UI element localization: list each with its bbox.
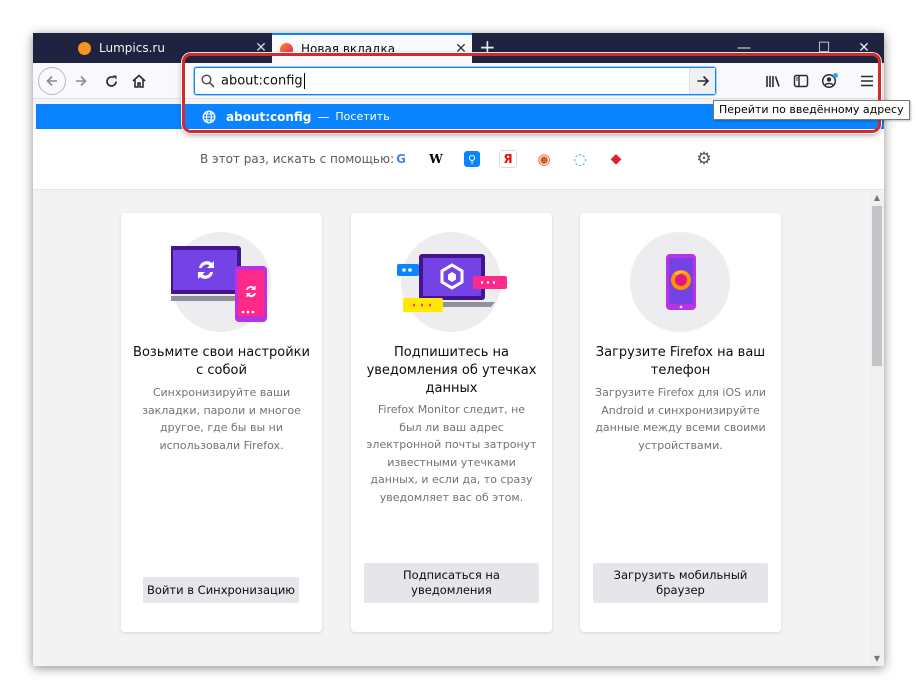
back-button[interactable] [38,67,66,95]
search-glyph: ⚲ [467,152,477,166]
screenshot-canvas: Lumpics.ru ✕ Новая вкладка ✕ + — ☐ ✕ abo… [0,0,917,700]
go-button[interactable] [689,68,715,94]
mail-glyph: ◆ [610,151,622,167]
card-description: Firefox Monitor следит, не был ли ваш ад… [366,403,537,504]
card-description: Синхронизируйте ваши закладки, пароли и … [142,386,301,452]
scroll-up-arrow-icon[interactable]: ▲ [870,191,884,205]
address-input[interactable]: about:config [221,73,689,89]
sidebar-button[interactable] [787,67,815,95]
google-glyph: G [396,152,406,166]
search-engine-icon[interactable]: ⚲ [464,151,480,167]
wikipedia-glyph: W [429,152,443,166]
text-caret [303,73,305,89]
tab-title: Lumpics.ru [99,41,165,55]
tab-title: Новая вкладка [301,42,396,56]
hamburger-menu-icon [861,75,873,87]
monitor-alert-icon [397,254,507,312]
close-tab-icon[interactable]: ✕ [450,41,472,57]
sidebar-icon [793,74,809,88]
arrow-right-icon [697,75,709,87]
one-off-search-bar: В этот раз, искать с помощью: G W ⚲ Я ◉ … [33,129,884,190]
forward-button[interactable] [67,67,95,95]
sync-illustration [171,232,271,332]
go-button-tooltip: Перейти по введённому адресу [713,100,910,120]
devices-sync-icon [171,246,267,322]
rambler-glyph: ◌ [573,150,587,168]
tab-strip: Lumpics.ru ✕ Новая вкладка ✕ + — ☐ ✕ [33,33,884,63]
subscribe-notifications-button[interactable]: Подписаться на уведомления [364,563,539,603]
mobile-illustration [630,232,730,332]
card-title: Загрузите Firefox на ваш телефон [595,345,766,378]
google-engine-icon[interactable]: G [392,150,410,168]
globe-icon [196,110,222,124]
scroll-down-arrow-icon[interactable]: ▼ [870,652,884,666]
search-settings-gear-icon[interactable]: ⚙ [694,149,714,169]
suggestion-separator: — [317,109,330,124]
suggestion-action: Посетить [335,110,390,123]
card-title: Возьмите свои настройки с собой [133,345,310,378]
scrollbar-thumb[interactable] [872,206,882,366]
firefox-favicon-icon [280,42,293,56]
address-bar[interactable]: about:config [194,67,716,95]
browser-window: Lumpics.ru ✕ Новая вкладка ✕ + — ☐ ✕ abo… [33,33,884,666]
duckduckgo-glyph: ◉ [537,150,551,168]
card-title: Подпишитесь на уведомления об утечках да… [366,345,537,396]
maximize-button[interactable]: ☐ [804,33,844,63]
minimize-button[interactable]: — [724,33,764,63]
search-providers-label: В этот раз, искать с помощью: [200,152,395,166]
library-button[interactable] [759,67,787,95]
suggestion-text: about:config [226,109,312,124]
lumpics-favicon-icon [78,41,91,55]
search-icon [195,74,221,88]
sign-in-sync-button[interactable]: Войти в Синхронизацию [143,577,299,603]
library-icon [766,76,780,87]
account-button[interactable] [816,67,844,95]
monitor-illustration [397,232,507,332]
arrow-right-icon [76,75,87,87]
yandex-engine-icon[interactable]: Я [499,150,517,168]
sync-card: Возьмите свои настройки с собой Синхрони… [121,213,322,632]
arrow-left-icon [46,75,57,87]
download-mobile-button[interactable]: Загрузить мобильный браузер [593,563,768,603]
card-description: Загрузите Firefox для iOS или Android и … [595,386,766,452]
new-tab-button[interactable]: + [479,35,496,59]
phone-firefox-icon [666,254,696,310]
navigation-toolbar: about:config [33,63,884,99]
new-tab-content: Возьмите свои настройки с собой Синхрони… [33,191,870,666]
reload-button[interactable] [97,67,125,95]
wikipedia-engine-icon[interactable]: W [427,150,445,168]
home-icon [132,74,146,88]
reload-icon [105,75,117,87]
home-button[interactable] [125,67,153,95]
tab-lumpics[interactable]: Lumpics.ru ✕ [70,33,272,63]
menu-button[interactable] [853,67,881,95]
address-value: about:config [221,73,303,89]
close-window-button[interactable]: ✕ [844,33,884,63]
mail-engine-icon[interactable]: ◆ [607,150,625,168]
account-icon [821,73,838,89]
duckduckgo-engine-icon[interactable]: ◉ [535,150,553,168]
page-scrollbar[interactable]: ▲ ▼ [870,191,884,666]
close-tab-icon[interactable]: ✕ [250,40,272,56]
monitor-card: Подпишитесь на уведомления об утечках да… [351,213,552,632]
tab-new-tab[interactable]: Новая вкладка ✕ [272,33,472,63]
rambler-engine-icon[interactable]: ◌ [571,150,589,168]
yandex-glyph: Я [503,152,513,166]
mobile-card: Загрузите Firefox на ваш телефон Загрузи… [580,213,781,632]
